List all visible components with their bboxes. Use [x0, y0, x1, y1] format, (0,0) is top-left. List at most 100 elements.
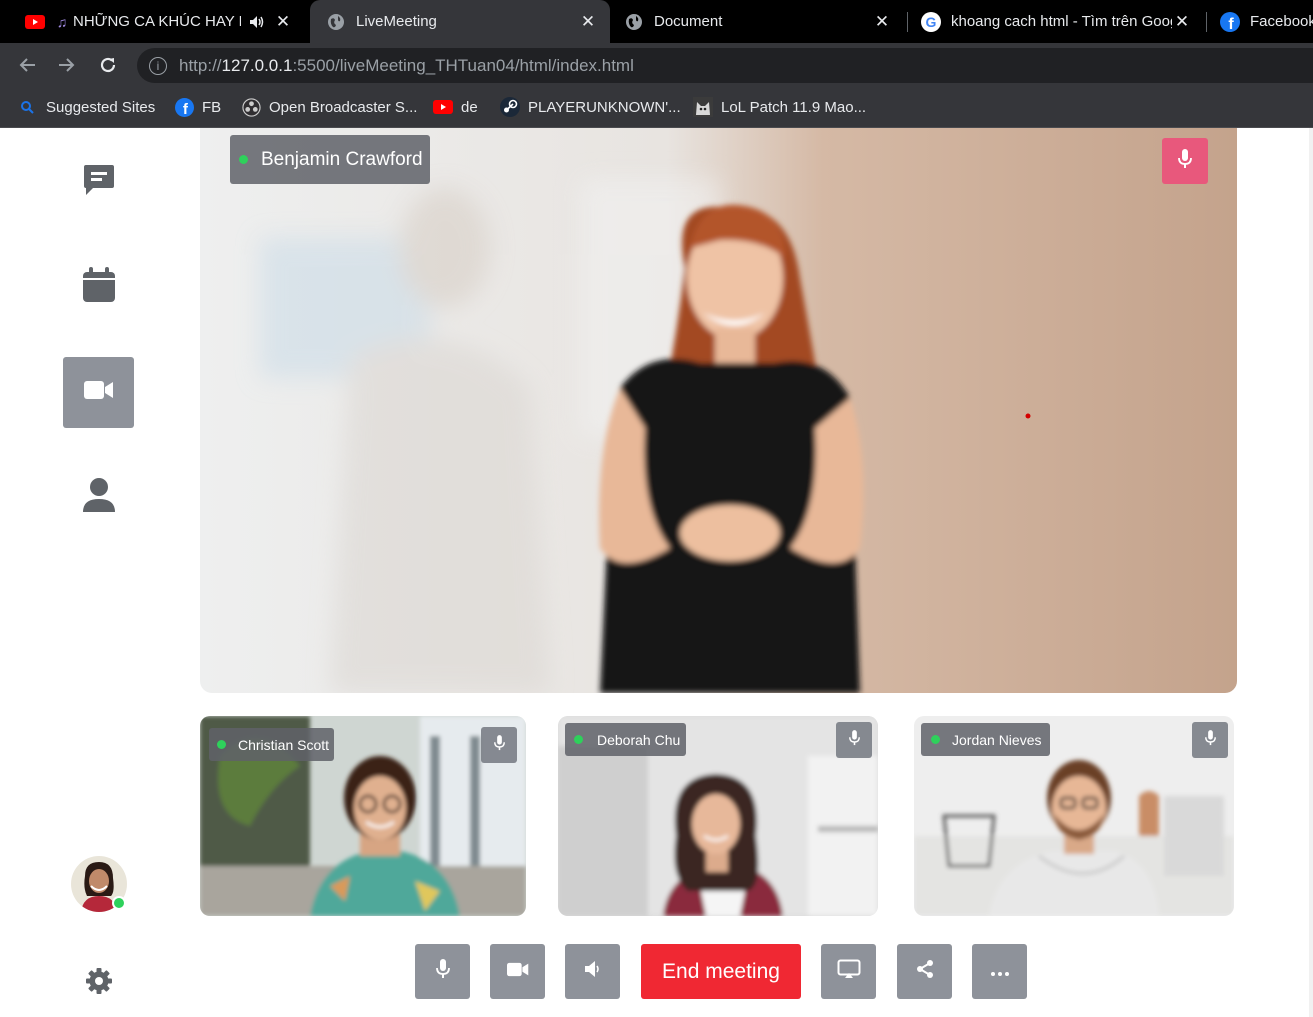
bookmark-obs[interactable]: Open Broadcaster S... [241, 95, 417, 119]
tab-youtube-music[interactable]: ♫ NHỮNG CA KHÚC HAY NHẤT ✕ [25, 0, 305, 43]
back-icon[interactable] [15, 53, 39, 77]
tab-separator [1206, 12, 1207, 32]
bookmark-suggested-sites[interactable]: Suggested Sites [20, 95, 155, 119]
steam-icon [500, 97, 520, 117]
close-tab-icon[interactable]: ✕ [578, 12, 598, 32]
url-scheme: http:// [179, 55, 222, 75]
bookmark-label: Open Broadcaster S... [269, 98, 418, 116]
sidebar-item-chat[interactable] [63, 147, 134, 218]
bookmark-label: Suggested Sites [46, 98, 156, 116]
participant-name-tag: Jordan Nieves [921, 723, 1050, 756]
participant-name: Jordan Nieves [952, 731, 1042, 748]
tab-facebook[interactable]: f Facebook [1220, 0, 1313, 43]
speaker-toggle-button[interactable] [565, 944, 620, 999]
svg-text:G: G [926, 14, 937, 30]
close-tab-icon[interactable]: ✕ [872, 12, 892, 32]
tab-livemeeting[interactable]: LiveMeeting ✕ [310, 0, 610, 43]
participant-mic-button[interactable] [836, 722, 872, 758]
youtube-icon [25, 12, 45, 32]
tab-google-search[interactable]: G khoang cach html - Tìm trên Google ✕ [921, 0, 1198, 43]
bookmarks-bar: Suggested Sites f FB Open Broadcaster S.… [0, 87, 1313, 128]
calendar-icon [82, 267, 116, 308]
bookmark-lol[interactable]: LoL Patch 11.9 Mao... [693, 95, 866, 119]
tab-title: Document [654, 13, 723, 30]
chat-icon [81, 162, 117, 203]
online-status-dot [574, 735, 583, 744]
sidebar-item-video[interactable] [63, 357, 134, 428]
bookmark-de[interactable]: de [433, 95, 478, 119]
tab-title: khoang cach html - Tìm trên Google [951, 13, 1172, 30]
tab-title: Facebook [1250, 13, 1313, 30]
info-icon[interactable]: i [149, 56, 167, 75]
tab-title: NHỮNG CA KHÚC HAY NHẤT [73, 13, 241, 30]
participant-name: Deborah Chu [597, 731, 681, 748]
screen-share-icon [837, 959, 861, 984]
close-tab-icon[interactable]: ✕ [273, 12, 293, 32]
main-speaker-video [200, 128, 1237, 693]
online-status-dot [112, 896, 126, 910]
online-status-dot [931, 735, 940, 744]
video-camera-icon [506, 962, 529, 982]
forward-icon[interactable] [55, 53, 79, 77]
obs-icon [241, 97, 261, 117]
globe-icon [624, 12, 644, 32]
mic-toggle-button[interactable] [415, 944, 470, 999]
volume-icon [583, 959, 603, 984]
reload-icon[interactable] [96, 53, 120, 77]
more-options-button[interactable] [972, 944, 1027, 999]
close-tab-icon[interactable]: ✕ [1172, 12, 1192, 32]
screen-share-button[interactable] [821, 944, 876, 999]
main-speaker-mic-button[interactable] [1162, 138, 1208, 184]
participant-mic-button[interactable] [481, 727, 517, 763]
main-speaker-name-tag: Benjamin Crawford [230, 135, 430, 184]
video-camera-icon [83, 380, 114, 405]
browser-toolbar: i http://127.0.0.1:5500/liveMeeting_THTu… [0, 43, 1313, 87]
share-button[interactable] [897, 944, 952, 999]
microphone-icon [435, 958, 450, 985]
bookmark-label: PLAYERUNKNOWN'... [528, 98, 681, 116]
camera-toggle-button[interactable] [490, 944, 545, 999]
participant-tile[interactable]: Deborah Chu [558, 716, 878, 916]
microphone-icon [1178, 148, 1192, 174]
bookmark-label: de [461, 98, 478, 116]
settings-button[interactable] [84, 967, 114, 998]
address-bar[interactable]: i http://127.0.0.1:5500/liveMeeting_THTu… [137, 48, 1313, 83]
participant-name-tag: Deborah Chu [565, 723, 687, 756]
globe-icon [326, 12, 346, 32]
cat-icon [693, 97, 713, 117]
url-path: :5500/liveMeeting_THTuan04/html/index.ht… [292, 55, 634, 75]
bookmark-label: FB [202, 98, 222, 116]
svg-text:f: f [1228, 16, 1234, 32]
youtube-icon [433, 97, 453, 117]
participant-tile[interactable]: Jordan Nieves [914, 716, 1234, 916]
participant-name: Christian Scott [238, 736, 330, 753]
music-note-icon: ♫ [56, 13, 68, 30]
sidebar-item-calendar[interactable] [63, 252, 134, 323]
main-video-feed[interactable]: Benjamin Crawford [200, 128, 1237, 693]
more-icon [990, 963, 1009, 981]
facebook-icon: f [1220, 11, 1240, 32]
bookmark-pubg[interactable]: PLAYERUNKNOWN'... [500, 95, 681, 119]
share-icon [915, 959, 935, 984]
participant-tile[interactable]: Christian Scott [200, 716, 526, 916]
bookmark-label: LoL Patch 11.9 Mao... [721, 98, 867, 116]
tab-document[interactable]: Document ✕ [624, 0, 898, 43]
tab-title: LiveMeeting [356, 13, 437, 30]
microphone-icon [848, 729, 860, 751]
online-status-dot [217, 740, 226, 749]
page-scrollbar[interactable] [1309, 128, 1313, 1017]
facebook-icon: f [174, 97, 194, 117]
participant-mic-button[interactable] [1192, 722, 1228, 758]
bookmark-fb[interactable]: f FB [174, 95, 221, 119]
user-icon [82, 477, 116, 518]
search-icon [20, 97, 34, 117]
microphone-icon [1204, 729, 1216, 751]
sidebar-item-profile[interactable] [63, 462, 134, 533]
google-icon: G [921, 11, 941, 32]
browser-tab-bar: ♫ NHỮNG CA KHÚC HAY NHẤT ✕ LiveMeeting ✕… [0, 0, 1313, 43]
online-status-dot [239, 155, 248, 164]
tab-separator [907, 12, 908, 32]
end-meeting-button[interactable]: End meeting [641, 944, 801, 999]
audio-playing-icon[interactable] [247, 12, 267, 32]
url-host: 127.0.0.1 [221, 55, 293, 75]
